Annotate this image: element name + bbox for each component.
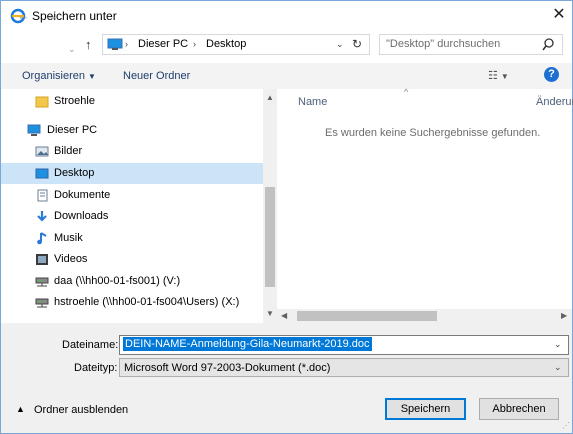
address-bar[interactable]: › Dieser PC › Desktop ⌄ ↻ bbox=[102, 34, 370, 55]
sidebar-item-downloads[interactable]: Downloads bbox=[1, 206, 263, 227]
chevron-down-icon[interactable]: ⌄ bbox=[336, 39, 344, 50]
breadcrumb-desktop[interactable]: Desktop bbox=[206, 38, 246, 50]
sidebar-item-label: Dieser PC bbox=[47, 124, 98, 136]
sidebar-item-this-pc[interactable]: Dieser PC bbox=[1, 120, 263, 141]
chevron-right-icon: › bbox=[125, 39, 128, 49]
downloads-icon bbox=[37, 211, 47, 222]
title-bar: Speichern unter ✕ bbox=[1, 1, 572, 31]
scroll-left-icon[interactable]: ◀ bbox=[281, 311, 287, 320]
search-input[interactable]: "Desktop" durchsuchen bbox=[379, 34, 563, 55]
sort-ascending-icon: ^ bbox=[404, 87, 409, 97]
scroll-up-icon[interactable]: ▲ bbox=[266, 93, 274, 102]
scroll-right-icon[interactable]: ▶ bbox=[561, 311, 567, 320]
breadcrumb-this-pc[interactable]: Dieser PC bbox=[138, 38, 188, 50]
sidebar-item-music[interactable]: Musik bbox=[1, 228, 263, 249]
sidebar-item-label: Musik bbox=[54, 232, 83, 244]
sidebar-item-label: hstroehle (\\hh00-01-fs004\Users) (X:) bbox=[54, 296, 240, 308]
computer-icon bbox=[27, 124, 41, 136]
sidebar-item-label: Downloads bbox=[54, 210, 109, 222]
save-button[interactable]: Speichern bbox=[385, 398, 466, 420]
up-arrow-icon[interactable]: ↑ bbox=[85, 38, 92, 52]
caret-down-icon: ▼ bbox=[88, 72, 96, 81]
column-header-name[interactable]: Name bbox=[298, 96, 327, 108]
chevron-down-icon[interactable]: ⌄ bbox=[554, 339, 562, 350]
refresh-icon[interactable]: ↻ bbox=[352, 37, 362, 51]
cancel-button[interactable]: Abbrechen bbox=[479, 398, 559, 420]
sidebar-item-label: Stroehle bbox=[54, 95, 95, 107]
videos-icon bbox=[36, 254, 48, 265]
filetype-select[interactable]: Microsoft Word 97-2003-Dokument (*.doc) … bbox=[119, 358, 569, 377]
back-arrow-icon[interactable]: ← bbox=[17, 9, 30, 23]
resize-grip-icon[interactable]: ⋰ bbox=[562, 421, 570, 430]
sidebar-item-pictures[interactable]: Bilder bbox=[1, 141, 263, 162]
new-folder-button[interactable]: Neuer Ordner bbox=[123, 70, 190, 82]
view-options-icon[interactable]: ☷ ▼ bbox=[488, 69, 509, 82]
chevron-down-icon: ⌄ bbox=[554, 362, 562, 372]
help-icon[interactable]: ? bbox=[544, 67, 559, 82]
hide-folders-link[interactable]: Ordner ausblenden bbox=[34, 404, 128, 416]
music-icon bbox=[37, 232, 47, 245]
filetype-value: Microsoft Word 97-2003-Dokument (*.doc) bbox=[124, 362, 331, 374]
filename-value: DEIN-NAME-Anmeldung-Gila-Neumarkt-2019.d… bbox=[123, 337, 372, 351]
forward-arrow-icon[interactable]: → bbox=[45, 9, 58, 23]
save-as-dialog: Speichern unter ✕ ← → ⌄ ↑ › Dieser PC › … bbox=[0, 0, 573, 434]
folder-icon bbox=[35, 96, 49, 108]
sidebar-item-label: Desktop bbox=[54, 167, 95, 179]
chevron-right-icon: › bbox=[193, 39, 196, 49]
empty-results-message: Es wurden keine Suchergebnisse gefunden. bbox=[325, 127, 541, 139]
scroll-down-icon[interactable]: ▼ bbox=[266, 309, 274, 318]
recent-locations-icon[interactable]: ⌄ bbox=[68, 42, 76, 56]
pictures-icon bbox=[35, 146, 49, 157]
horizontal-scrollbar[interactable]: ◀ ▶ bbox=[277, 309, 572, 323]
sidebar-item-documents[interactable]: Dokumente bbox=[1, 185, 263, 206]
network-drive-icon bbox=[35, 298, 49, 308]
filename-label: Dateiname: bbox=[62, 339, 119, 351]
sidebar-item-label: Videos bbox=[54, 253, 88, 265]
documents-icon bbox=[37, 189, 48, 202]
scrollbar-thumb[interactable] bbox=[265, 187, 275, 287]
organize-button[interactable]: Organisieren ▼ bbox=[22, 70, 96, 82]
sidebar-item-stroehle[interactable]: Stroehle bbox=[1, 91, 263, 112]
close-icon[interactable]: ✕ bbox=[549, 5, 569, 25]
sidebar-item-videos[interactable]: Videos bbox=[1, 249, 263, 270]
search-icon bbox=[542, 38, 554, 51]
sidebar-item-label: daa (\\hh00-01-fs001) (V:) bbox=[54, 275, 181, 287]
search-placeholder: "Desktop" durchsuchen bbox=[386, 38, 501, 50]
column-header-modified[interactable]: Änderun bbox=[536, 96, 573, 108]
sidebar-item-desktop[interactable]: Desktop bbox=[1, 163, 263, 184]
computer-icon bbox=[107, 38, 123, 50]
sidebar-scrollbar[interactable]: ▲ ▼ bbox=[263, 89, 277, 323]
sidebar-item-label: Dokumente bbox=[54, 189, 111, 201]
network-drive-icon bbox=[35, 277, 49, 287]
desktop-icon bbox=[35, 168, 49, 179]
sidebar-item-drive-x[interactable]: hstroehle (\\hh00-01-fs004\Users) (X:) bbox=[1, 292, 263, 313]
chevron-up-icon[interactable]: ▲ bbox=[16, 404, 25, 414]
navigation-pane: Stroehle Dieser PC Bilder Desktop Dokume… bbox=[1, 89, 277, 323]
filetype-label: Dateityp: bbox=[74, 362, 118, 374]
sidebar-item-label: Bilder bbox=[54, 145, 83, 157]
file-list bbox=[277, 89, 572, 323]
scrollbar-thumb[interactable] bbox=[297, 311, 437, 321]
sidebar-item-drive-v[interactable]: daa (\\hh00-01-fs001) (V:) bbox=[1, 271, 263, 292]
organize-label: Organisieren bbox=[22, 70, 85, 82]
